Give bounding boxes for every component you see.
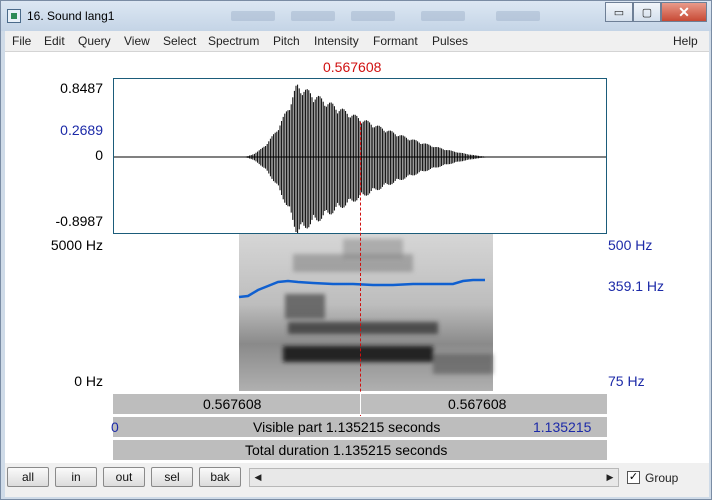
waveform-ycursor-label: 0.2689: [60, 122, 103, 138]
group-label: Group: [645, 471, 679, 485]
waveform-signal: [242, 84, 492, 233]
bottom-toolbar: all in out sel bak ◀ ▶ ✓ Group: [5, 463, 709, 497]
zoom-out-button[interactable]: out: [103, 467, 145, 487]
maximize-button[interactable]: ▢: [633, 2, 661, 22]
selection-left-value: 0.567608: [203, 396, 262, 412]
close-icon: ✕: [678, 3, 690, 20]
cursor-time-label: 0.567608: [323, 59, 382, 75]
selection-bar[interactable]: 0.567608 0.567608: [113, 393, 607, 415]
horizontal-scrollbar[interactable]: ◀ ▶: [249, 468, 619, 487]
pitch-bottom-label: 75 Hz: [608, 373, 645, 389]
zoom-in-button[interactable]: in: [55, 467, 97, 487]
spectrogram-freq-bottom-label: 0 Hz: [74, 373, 103, 389]
maximize-icon: ▢: [641, 6, 653, 19]
zoom-all-button[interactable]: all: [7, 467, 49, 487]
title-ghost-decoration: [496, 11, 540, 21]
scroll-right-arrow-icon[interactable]: ▶: [602, 469, 618, 486]
visible-start-value: 0: [111, 419, 119, 435]
waveform-ymin-label: -0.8987: [55, 213, 103, 229]
title-ghost-decoration: [291, 11, 335, 21]
menu-help[interactable]: Help: [673, 34, 698, 48]
menu-pitch[interactable]: Pitch: [273, 34, 300, 48]
menu-select[interactable]: Select: [163, 34, 196, 48]
title-bar[interactable]: 16. Sound lang1 ▭ ▢ ✕: [1, 1, 711, 31]
praat-app-icon: [7, 9, 21, 23]
selection-split: [360, 394, 361, 415]
spectrogram-freq-top-label: 5000 Hz: [50, 237, 103, 253]
menu-spectrum[interactable]: Spectrum: [208, 34, 259, 48]
title-ghost-decoration: [351, 11, 395, 21]
selection-right-value: 0.567608: [448, 396, 507, 412]
pitch-current-label: 359.1 Hz: [608, 278, 665, 294]
visible-end-value: 1.135215: [533, 419, 592, 435]
menu-formant[interactable]: Formant: [373, 34, 418, 48]
minimize-button[interactable]: ▭: [605, 2, 633, 22]
total-duration-text: Total duration 1.135215 seconds: [245, 442, 448, 458]
title-ghost-decoration: [421, 11, 465, 21]
pitch-top-label: 500 Hz: [608, 237, 653, 253]
total-duration-bar[interactable]: Total duration 1.135215 seconds: [113, 439, 607, 460]
title-ghost-decoration: [231, 11, 275, 21]
menu-view[interactable]: View: [124, 34, 150, 48]
zoom-back-button[interactable]: bak: [199, 467, 241, 487]
menu-bar: File Edit Query View Select Spectrum Pit…: [5, 31, 709, 52]
menu-intensity[interactable]: Intensity: [314, 34, 359, 48]
scroll-left-arrow-icon[interactable]: ◀: [250, 469, 266, 486]
close-button[interactable]: ✕: [661, 2, 707, 22]
zoom-sel-button[interactable]: sel: [151, 467, 193, 487]
window-title: 16. Sound lang1: [27, 9, 115, 23]
menu-query[interactable]: Query: [78, 34, 111, 48]
sound-editor-window: 16. Sound lang1 ▭ ▢ ✕ File Edit Query Vi…: [0, 0, 712, 500]
menu-edit[interactable]: Edit: [44, 34, 65, 48]
menu-pulses[interactable]: Pulses: [432, 34, 468, 48]
group-checkbox[interactable]: ✓: [627, 471, 640, 484]
waveform-yzero-label: 0: [95, 147, 103, 163]
waveform-ymax-label: 0.8487: [60, 80, 103, 96]
editor-area: 0.567608 0.8487 0.2689 0 -0.8987 5000 Hz…: [5, 52, 709, 463]
menu-file[interactable]: File: [12, 34, 31, 48]
visible-part-text: Visible part 1.135215 seconds: [253, 419, 441, 435]
minimize-icon: ▭: [613, 6, 625, 19]
